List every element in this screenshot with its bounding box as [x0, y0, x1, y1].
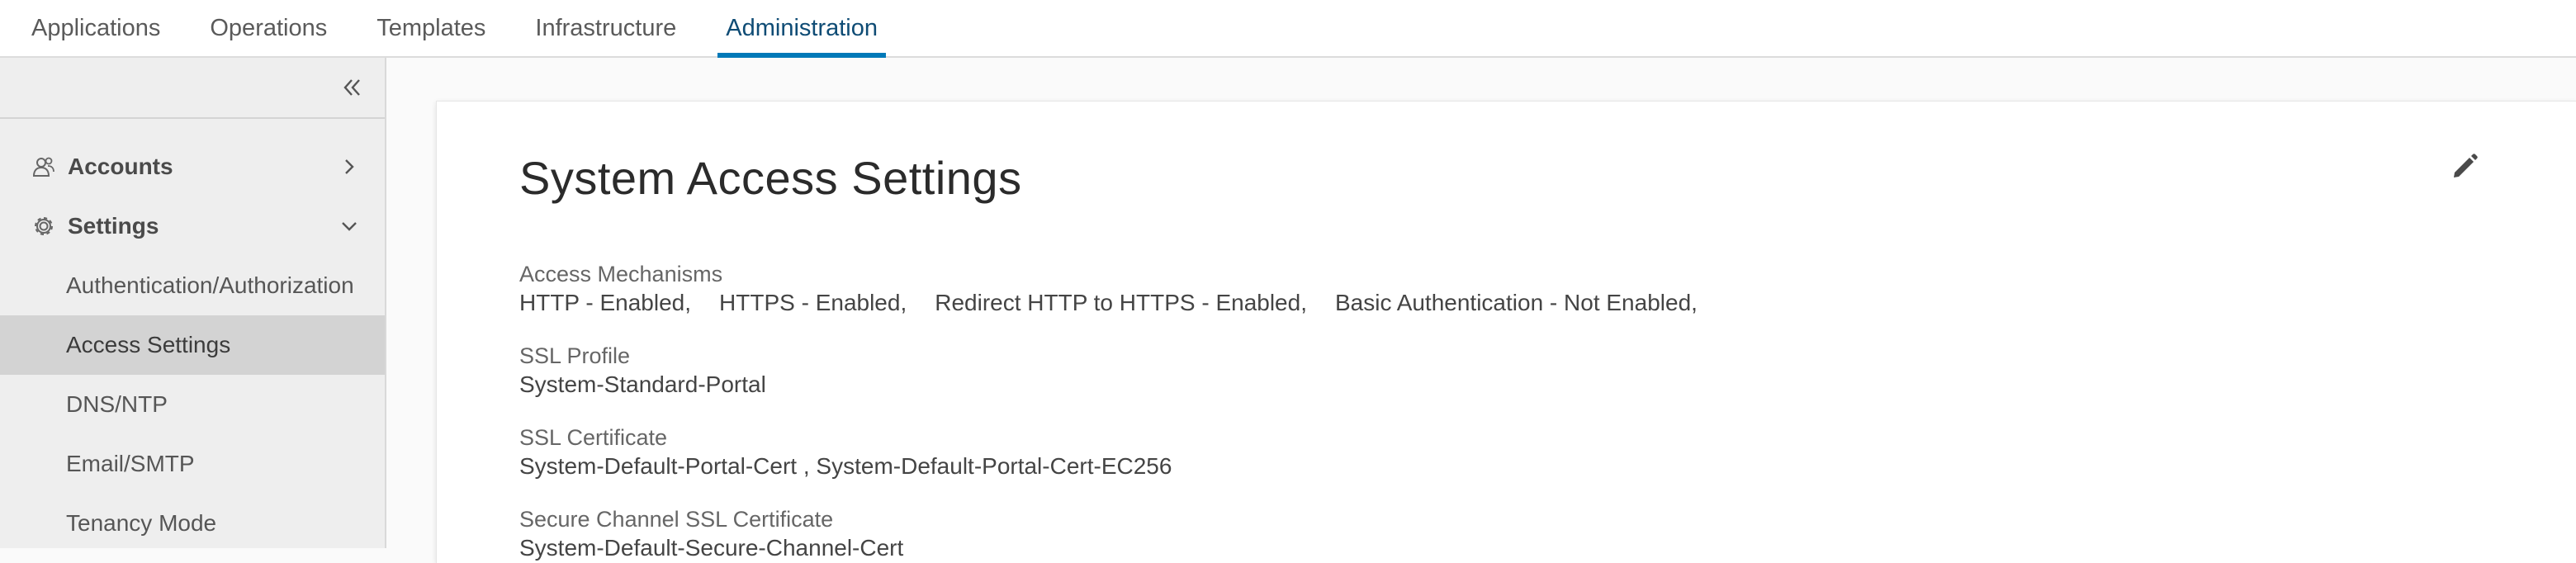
field-value: System-Default-Secure-Channel-Cert: [519, 535, 904, 561]
tab-applications[interactable]: Applications: [23, 0, 168, 56]
gear-icon: [30, 212, 58, 240]
sidebar-divider: [0, 117, 385, 119]
sidebar-item-tenancy-mode[interactable]: Tenancy Mode: [0, 494, 385, 553]
pencil-icon: [2448, 149, 2481, 187]
sidebar-group-accounts[interactable]: Accounts: [0, 137, 385, 196]
double-chevron-left-icon: [339, 75, 364, 104]
sidebar-item-email-smtp[interactable]: Email/SMTP: [0, 434, 385, 494]
settings-card: System Access Settings Access Mechanisms…: [436, 101, 2576, 563]
sidebar-item-label: Tenancy Mode: [66, 510, 217, 536]
page-title: System Access Settings: [519, 152, 1022, 204]
top-navigation: Applications Operations Templates Infras…: [0, 0, 2576, 58]
sidebar-group-settings[interactable]: Settings: [0, 196, 385, 256]
ssl-certificate-field: SSL Certificate System-Default-Portal-Ce…: [519, 423, 1172, 481]
field-value: System-Standard-Portal: [519, 371, 766, 397]
mechanism-https: HTTPS - Enabled,: [719, 290, 907, 315]
mechanism-basic-auth: Basic Authentication - Not Enabled,: [1334, 290, 1698, 315]
chevron-down-icon: [335, 212, 363, 240]
sidebar-item-access-settings[interactable]: Access Settings: [0, 315, 385, 375]
tab-label: Operations: [210, 14, 328, 41]
sidebar-group-label: Accounts: [68, 154, 173, 179]
sidebar: Accounts Settings Authentication/Authori…: [0, 58, 386, 548]
tab-label: Applications: [31, 14, 161, 41]
field-label: SSL Certificate: [519, 425, 668, 450]
access-mechanisms-field: Access Mechanisms HTTP - Enabled, HTTPS -…: [519, 260, 1726, 318]
ssl-profile-field: SSL Profile System-Standard-Portal: [519, 342, 766, 400]
mechanism-redirect: Redirect HTTP to HTTPS - Enabled,: [935, 290, 1307, 315]
tab-label: Infrastructure: [535, 14, 677, 41]
tab-operations[interactable]: Operations: [201, 0, 335, 56]
sidebar-item-dns-ntp[interactable]: DNS/NTP: [0, 375, 385, 434]
sidebar-item-label: Authentication/Authorization: [66, 272, 354, 298]
sidebar-item-label: Access Settings: [66, 332, 231, 357]
edit-button[interactable]: [2445, 148, 2484, 187]
tab-label: Administration: [726, 14, 878, 41]
mechanism-http: HTTP - Enabled,: [519, 290, 692, 315]
field-label: Secure Channel SSL Certificate: [519, 507, 834, 532]
sidebar-group-label: Settings: [68, 213, 159, 239]
tab-administration[interactable]: Administration: [717, 0, 886, 58]
field-value: System-Default-Portal-Cert , System-Defa…: [519, 453, 1172, 479]
user-group-icon: [30, 153, 58, 181]
tab-templates[interactable]: Templates: [368, 0, 494, 56]
field-value: HTTP - Enabled, HTTPS - Enabled, Redirect …: [519, 288, 1726, 318]
tab-label: Templates: [376, 14, 486, 41]
field-label: Access Mechanisms: [519, 262, 723, 286]
secure-channel-ssl-certificate-field: Secure Channel SSL Certificate System-De…: [519, 505, 903, 563]
tab-infrastructure[interactable]: Infrastructure: [527, 0, 684, 56]
sidebar-item-authentication[interactable]: Authentication/Authorization: [0, 256, 385, 315]
sidebar-item-label: Email/SMTP: [66, 451, 195, 476]
field-label: SSL Profile: [519, 343, 631, 368]
collapse-sidebar-button[interactable]: [335, 73, 368, 106]
sidebar-item-label: DNS/NTP: [66, 391, 168, 417]
chevron-right-icon: [335, 153, 363, 181]
